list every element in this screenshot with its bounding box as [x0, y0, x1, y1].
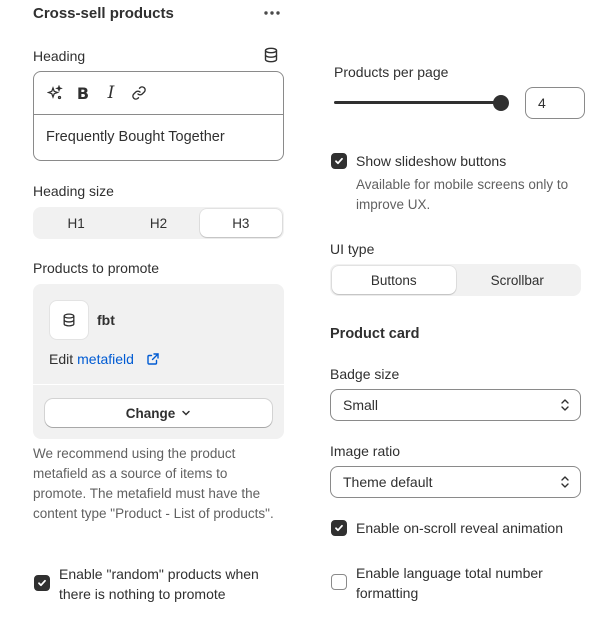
- select-arrows-icon: [561, 476, 569, 488]
- external-link-icon[interactable]: [146, 352, 160, 366]
- heading-size-label: Heading size: [33, 183, 114, 199]
- promote-help-text: We recommend using the product metafield…: [33, 446, 274, 521]
- products-per-page-slider-thumb[interactable]: [493, 95, 509, 111]
- edit-metafield-line: Edit metafield: [49, 351, 160, 367]
- checkmark-icon: [335, 524, 343, 532]
- chevron-down-icon: [182, 410, 190, 416]
- metafield-name: fbt: [97, 312, 115, 328]
- ui-type-scrollbar[interactable]: Scrollbar: [456, 266, 580, 294]
- edit-prefix: Edit: [49, 351, 74, 367]
- image-ratio-value: Theme default: [343, 474, 433, 490]
- heading-text-input[interactable]: Frequently Bought Together: [34, 115, 283, 159]
- magic-button[interactable]: [46, 84, 64, 102]
- products-per-page-slider-track[interactable]: [334, 101, 502, 104]
- products-to-promote-card: fbt Edit metafield Change: [33, 284, 284, 439]
- slideshow-label: Show slideshow buttons: [356, 153, 507, 169]
- heading-size-segmented-control: H1 H2 H3: [33, 207, 284, 239]
- slideshow-checkbox[interactable]: [331, 153, 347, 169]
- products-per-page-input[interactable]: 4: [525, 87, 585, 119]
- link-icon: [132, 86, 146, 100]
- checkmark-icon: [335, 157, 343, 165]
- horizontal-dots-icon: [264, 11, 280, 15]
- italic-button[interactable]: I: [102, 83, 120, 103]
- metafield-icon-box: [49, 300, 89, 340]
- heading-size-h1[interactable]: H1: [35, 209, 117, 237]
- sparkle-icon: [47, 85, 63, 100]
- metafield-source: fbt Edit metafield: [33, 284, 284, 385]
- products-to-promote-label: Products to promote: [33, 260, 160, 276]
- link-button[interactable]: [130, 84, 148, 102]
- image-ratio-select[interactable]: Theme default: [330, 466, 581, 498]
- language-formatting-label: Enable language total number formatting: [356, 565, 543, 601]
- image-ratio-label: Image ratio: [330, 443, 401, 459]
- badge-size-label: Badge size: [330, 366, 400, 382]
- ui-type-segmented-control: Buttons Scrollbar: [330, 264, 581, 296]
- heading-rich-text-editor: B I Frequently Bought Together: [33, 71, 284, 161]
- checkmark-icon: [38, 579, 46, 587]
- select-arrows-icon: [561, 399, 569, 411]
- change-button[interactable]: Change: [45, 399, 272, 427]
- language-formatting-checkbox[interactable]: [331, 574, 347, 590]
- connect-source-button[interactable]: [263, 47, 279, 63]
- ui-type-buttons[interactable]: Buttons: [332, 266, 456, 294]
- product-card-title: Product card: [330, 326, 420, 342]
- rte-toolbar: B I: [34, 72, 283, 115]
- heading-size-h2[interactable]: H2: [117, 209, 199, 237]
- reveal-animation-checkbox[interactable]: [331, 520, 347, 536]
- random-products-label: Enable "random" products when there is n…: [59, 566, 259, 602]
- heading-size-h3[interactable]: H3: [199, 209, 282, 237]
- bold-button[interactable]: B: [74, 84, 92, 103]
- badge-size-value: Small: [343, 397, 379, 413]
- section-title: Cross-sell products: [33, 5, 174, 22]
- heading-label: Heading: [33, 48, 86, 64]
- reveal-animation-label: Enable on-scroll reveal animation: [356, 520, 563, 536]
- database-icon: [264, 47, 278, 63]
- edit-metafield-link[interactable]: metafield: [77, 351, 134, 367]
- more-options-button[interactable]: [262, 3, 282, 23]
- random-products-checkbox[interactable]: [34, 575, 50, 591]
- badge-size-select[interactable]: Small: [330, 389, 581, 421]
- database-icon: [63, 313, 75, 327]
- slideshow-help-text: Available for mobile screens only to imp…: [356, 177, 569, 212]
- products-per-page-label: Products per page: [334, 64, 449, 80]
- change-button-label: Change: [125, 405, 176, 421]
- ui-type-label: UI type: [330, 241, 375, 257]
